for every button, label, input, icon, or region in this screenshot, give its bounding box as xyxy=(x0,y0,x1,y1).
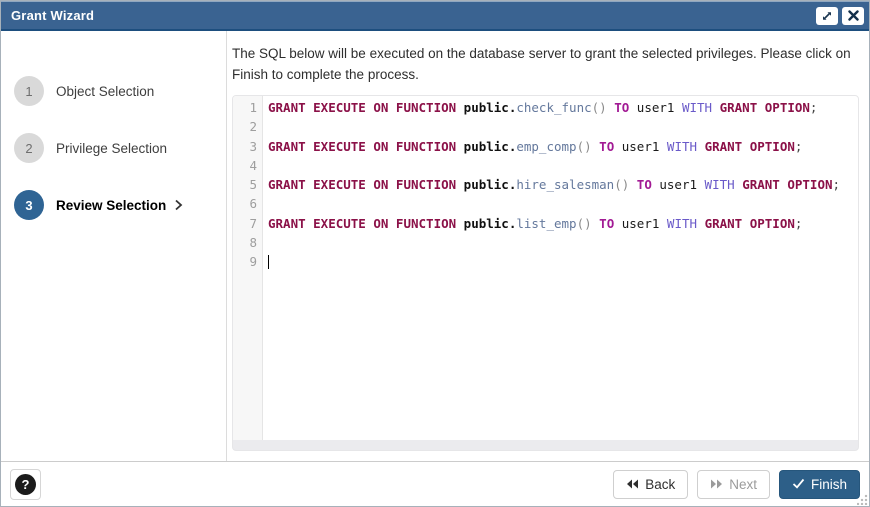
sql-editor-lines[interactable]: GRANT EXECUTE ON FUNCTION public.check_f… xyxy=(263,96,858,440)
footer-actions: Back Next Finish xyxy=(613,470,860,499)
line-number: 7 xyxy=(233,214,257,233)
line-number: 2 xyxy=(233,117,257,136)
sql-description-text: The SQL below will be executed on the da… xyxy=(232,43,855,85)
step-number-badge: 1 xyxy=(14,76,44,106)
maximize-icon xyxy=(821,10,833,22)
close-button[interactable] xyxy=(842,7,864,25)
back-button-label: Back xyxy=(645,477,675,492)
double-left-arrow-icon xyxy=(626,477,639,492)
line-number: 8 xyxy=(233,233,257,252)
line-number: 9 xyxy=(233,252,257,271)
close-icon xyxy=(848,10,859,21)
code-line xyxy=(268,233,858,252)
step-privilege-selection[interactable]: 2 Privilege Selection xyxy=(1,133,226,163)
dialog-title: Grant Wizard xyxy=(11,8,94,23)
finish-button[interactable]: Finish xyxy=(779,470,860,499)
code-line: GRANT EXECUTE ON FUNCTION public.list_em… xyxy=(268,214,858,233)
step-label: Review Selection xyxy=(56,198,166,213)
next-button-label: Next xyxy=(729,477,757,492)
code-line: GRANT EXECUTE ON FUNCTION public.hire_sa… xyxy=(268,175,858,194)
step-review-selection[interactable]: 3 Review Selection xyxy=(1,190,226,220)
next-button[interactable]: Next xyxy=(697,470,770,499)
checkmark-icon xyxy=(792,477,805,492)
code-line: GRANT EXECUTE ON FUNCTION public.emp_com… xyxy=(268,137,858,156)
review-panel: The SQL below will be executed on the da… xyxy=(227,31,869,461)
code-line xyxy=(268,117,858,136)
grant-wizard-dialog: Grant Wizard xyxy=(0,0,870,507)
maximize-button[interactable] xyxy=(816,7,838,25)
back-button[interactable]: Back xyxy=(613,470,688,499)
line-number: 6 xyxy=(233,194,257,213)
step-object-selection[interactable]: 1 Object Selection xyxy=(1,76,226,106)
line-number: 3 xyxy=(233,137,257,156)
double-right-arrow-icon xyxy=(710,477,723,492)
code-line: GRANT EXECUTE ON FUNCTION public.check_f… xyxy=(268,98,858,117)
sql-preview-editor: 123456789 GRANT EXECUTE ON FUNCTION publ… xyxy=(232,95,859,451)
title-bar-buttons xyxy=(816,7,864,25)
code-line xyxy=(268,194,858,213)
step-label: Privilege Selection xyxy=(56,141,167,156)
help-button[interactable]: ? xyxy=(10,469,41,500)
code-line xyxy=(268,156,858,175)
dialog-footer: ? Back Next xyxy=(1,461,869,506)
finish-button-label: Finish xyxy=(811,477,847,492)
line-number: 1 xyxy=(233,98,257,117)
step-label: Object Selection xyxy=(56,84,154,99)
help-icon: ? xyxy=(15,474,36,495)
wizard-steps-sidebar: 1 Object Selection 2 Privilege Selection… xyxy=(1,31,227,461)
line-number: 5 xyxy=(233,175,257,194)
code-line xyxy=(268,252,858,271)
chevron-right-icon xyxy=(174,199,183,211)
step-number-badge: 3 xyxy=(14,190,44,220)
line-number-gutter: 123456789 xyxy=(233,96,263,440)
resize-grip[interactable] xyxy=(857,494,868,505)
title-bar: Grant Wizard xyxy=(1,1,869,31)
code-mirror: 123456789 GRANT EXECUTE ON FUNCTION publ… xyxy=(233,96,858,440)
text-cursor xyxy=(268,255,269,269)
line-number: 4 xyxy=(233,156,257,175)
step-number-badge: 2 xyxy=(14,133,44,163)
dialog-body: 1 Object Selection 2 Privilege Selection… xyxy=(1,31,869,461)
